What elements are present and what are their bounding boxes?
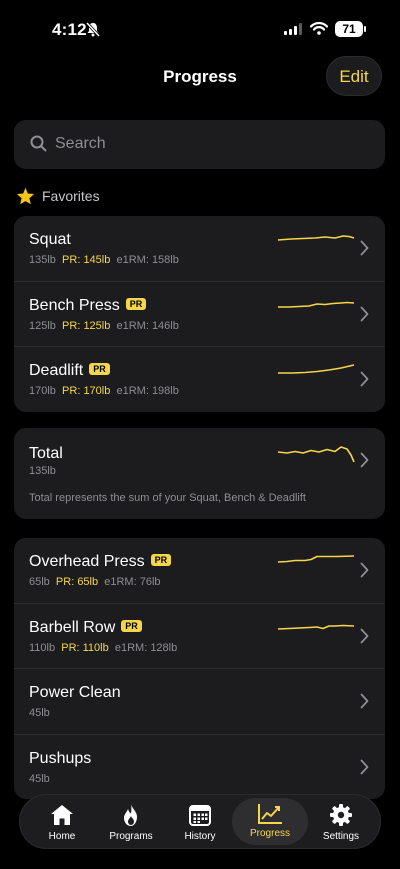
exercise-row-barbell-row[interactable]: Barbell Row PR 110lb PR: 110lb e1RM: 128l… [14, 604, 385, 669]
pr-badge: PR [125, 297, 147, 310]
exercise-name: Pushups [29, 749, 92, 767]
pr-badge: PR [89, 363, 110, 375]
exercise-name: Squat [29, 231, 71, 248]
chevron-right-icon [360, 628, 369, 643]
flame-icon [124, 804, 137, 826]
trend-sparkline [278, 301, 355, 308]
favorites-card: Squat 135lb PR: 145lb e1RM: 158lb Bench … [14, 216, 385, 412]
trend-sparkline [277, 446, 355, 463]
tab-label: Settings [322, 831, 360, 842]
total-title: Total [29, 445, 63, 462]
exercise-name: Barbell Row PR [29, 619, 142, 637]
chevron-right-icon [360, 306, 369, 321]
exercise-row-bench-press[interactable]: Bench Press PR 125lb PR: 125lb e1RM: 146l… [14, 282, 385, 347]
trend-sparkline [278, 364, 355, 374]
chevron-right-icon [360, 562, 369, 578]
search-input[interactable]: Search [14, 120, 385, 169]
wifi-icon [310, 22, 328, 35]
exercise-row-power-clean[interactable]: Power Clean 45lb [14, 669, 385, 735]
battery-nub [364, 26, 366, 32]
chevron-right-icon [360, 693, 369, 709]
total-note: Total represents the sum of your Squat, … [29, 492, 306, 504]
exercise-name: Deadlift PR [29, 362, 110, 380]
exercise-stats: 125lb PR: 125lb e1RM: 146lb [29, 319, 179, 332]
tab-bar: Home Programs History Progress Settings [19, 794, 381, 849]
exercise-name: Overhead Press PR [29, 553, 172, 571]
tab-label: Home [48, 831, 76, 842]
exercise-row-squat[interactable]: Squat 135lb PR: 145lb e1RM: 158lb [14, 216, 385, 282]
favorites-header: Favorites [16, 187, 100, 207]
search-placeholder: Search [55, 135, 106, 152]
edit-button[interactable]: Edit [326, 56, 382, 96]
pr-badge: PR [121, 619, 142, 632]
exercise-stats: 45lb [29, 707, 50, 719]
bell-muted-icon [86, 22, 100, 37]
status-time: 4:12 [52, 20, 87, 39]
star-icon [16, 187, 35, 205]
tab-settings[interactable]: Settings [312, 795, 370, 850]
chart-icon [258, 804, 282, 824]
exercise-row-pushups[interactable]: Pushups 45lb [14, 735, 385, 800]
exercise-row-deadlift[interactable]: Deadlift PR 170lb PR: 170lb e1RM: 198lb [14, 347, 385, 412]
tab-label: Programs [109, 831, 153, 842]
favorites-label: Favorites [42, 188, 100, 204]
total-value: 135lb [29, 465, 56, 477]
exercise-row-overhead-press[interactable]: Overhead Press PR 65lb PR: 65lb e1RM: 76l… [14, 538, 385, 604]
tab-label: History [184, 831, 216, 842]
chevron-right-icon [360, 452, 369, 468]
exercise-name: Power Clean [29, 684, 121, 701]
tab-history[interactable]: History [172, 795, 228, 850]
trend-sparkline [277, 555, 355, 563]
cellular-signal-icon [284, 23, 302, 35]
exercise-stats: 65lb PR: 65lb e1RM: 76lb [29, 576, 161, 588]
calendar-icon [189, 805, 211, 826]
tab-home[interactable]: Home [32, 795, 92, 850]
exercise-stats: 45lb [29, 772, 50, 785]
tab-label: Progress [249, 828, 290, 839]
status-bar: 4:12 71 [0, 0, 400, 60]
chevron-right-icon [360, 759, 369, 774]
home-icon [51, 805, 73, 825]
exercise-stats: 135lb PR: 145lb e1RM: 158lb [29, 254, 179, 266]
battery-indicator: 71 [335, 21, 363, 37]
total-card[interactable]: Total 135lb Total represents the sum of … [14, 428, 385, 519]
tab-programs[interactable]: Programs [100, 795, 162, 850]
trend-sparkline [277, 235, 355, 241]
pr-badge: PR [150, 554, 172, 566]
chevron-right-icon [360, 371, 369, 387]
trend-sparkline [277, 624, 355, 630]
exercise-stats: 110lb PR: 110lb e1RM: 128lb [29, 641, 178, 654]
exercise-stats: 170lb PR: 170lb e1RM: 198lb [29, 385, 179, 397]
tab-progress[interactable]: Progress [232, 798, 308, 845]
exercise-name: Bench Press PR [29, 297, 147, 315]
chevron-right-icon [360, 240, 369, 256]
search-icon [30, 135, 47, 152]
gear-icon [330, 804, 352, 826]
exercises-card: Overhead Press PR 65lb PR: 65lb e1RM: 76l… [14, 538, 385, 799]
